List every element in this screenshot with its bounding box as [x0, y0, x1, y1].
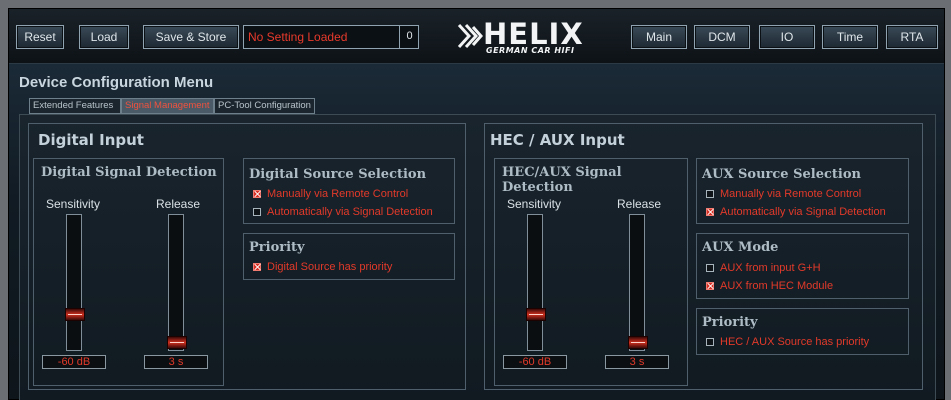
nav-rta-button[interactable]: RTA [886, 25, 938, 49]
reset-button[interactable]: Reset [16, 25, 64, 49]
page-title: Device Configuration Menu [19, 74, 214, 91]
checkbox-unchecked-icon[interactable] [706, 338, 714, 346]
toolbar: Reset Load Save & Store No Setting Loade… [9, 9, 944, 64]
nav-main-button[interactable]: Main [631, 25, 687, 49]
hec-aux-input-title: HEC / AUX Input [490, 131, 625, 149]
hec-release-slider[interactable] [628, 214, 648, 351]
hec-release-handle[interactable] [628, 336, 648, 349]
aux-option-manual[interactable]: Manually via Remote Control [706, 188, 861, 200]
checkbox-checked-icon[interactable] [706, 282, 714, 290]
hec-priority-title: Priority [702, 315, 758, 330]
hec-detection-title: HEC/AUX Signal Detection [502, 165, 622, 195]
digital-sensitivity-label: Sensitivity [46, 197, 101, 211]
status-display: No Setting Loaded [243, 25, 419, 49]
checkbox-unchecked-icon[interactable] [706, 190, 714, 198]
main-content: Device Configuration Menu Extended Featu… [9, 64, 944, 400]
digital-sensitivity-handle[interactable] [65, 308, 85, 321]
nav-dcm-button[interactable]: DCM [694, 25, 750, 49]
digital-release-value: 3 s [144, 355, 208, 369]
hec-sensitivity-handle[interactable] [526, 308, 546, 321]
nav-time-button[interactable]: Time [822, 25, 878, 49]
digital-input-group: Digital Input Digital Signal Detection S… [28, 123, 466, 390]
tab-pc-tool-configuration[interactable]: PC-Tool Configuration [214, 98, 315, 114]
digital-release-slider[interactable] [167, 214, 187, 351]
checkbox-checked-icon[interactable] [706, 208, 714, 216]
hec-aux-input-group: HEC / AUX Input HEC/AUX Signal Detection… [484, 123, 923, 390]
digital-detection-title: Digital Signal Detection [41, 165, 217, 180]
tab-signal-management[interactable]: Signal Management [121, 98, 214, 114]
hec-release-label: Release [617, 197, 662, 211]
helix-logo-icon [457, 23, 483, 49]
digital-signal-detection-box: Digital Signal Detection Sensitivity Rel… [33, 158, 224, 386]
checkbox-checked-icon[interactable] [253, 263, 261, 271]
aux-mode-option-hec-module[interactable]: AUX from HEC Module [706, 280, 833, 292]
digital-option-priority[interactable]: Digital Source has priority [253, 261, 392, 273]
digital-input-title: Digital Input [38, 131, 144, 149]
signal-management-panel: Digital Input Digital Signal Detection S… [19, 114, 936, 400]
logo-name: HELIX [483, 17, 584, 51]
digital-source-title: Digital Source Selection [249, 167, 427, 182]
load-button[interactable]: Load [79, 25, 129, 49]
status-text: No Setting Loaded [248, 30, 348, 44]
hec-sensitivity-slider[interactable] [526, 214, 546, 351]
tab-extended-features[interactable]: Extended Features [29, 98, 121, 114]
digital-source-selection-box: Digital Source Selection Manually via Re… [243, 158, 455, 224]
nav-io-button[interactable]: IO [759, 25, 815, 49]
logo-tagline: GERMAN CAR HIFI [486, 46, 575, 55]
checkbox-unchecked-icon[interactable] [706, 264, 714, 272]
digital-release-label: Release [156, 197, 201, 211]
save-store-button[interactable]: Save & Store [143, 25, 239, 49]
aux-source-selection-box: AUX Source Selection Manually via Remote… [696, 158, 909, 224]
aux-mode-option-input-gh[interactable]: AUX from input G+H [706, 262, 821, 274]
digital-sensitivity-slider[interactable] [65, 214, 85, 351]
status-count: 0 [399, 25, 419, 49]
hec-signal-detection-box: HEC/AUX Signal Detection Sensitivity Rel… [494, 158, 688, 386]
aux-mode-title: AUX Mode [702, 240, 779, 255]
aux-mode-box: AUX Mode AUX from input G+H AUX from HEC… [696, 233, 909, 299]
checkbox-checked-icon[interactable] [253, 190, 261, 198]
digital-priority-title: Priority [249, 240, 305, 255]
digital-sensitivity-value: -60 dB [42, 355, 106, 369]
hec-sensitivity-label: Sensitivity [507, 197, 562, 211]
digital-priority-box: Priority Digital Source has priority [243, 233, 455, 280]
digital-release-handle[interactable] [167, 336, 187, 349]
checkbox-unchecked-icon[interactable] [253, 208, 261, 216]
digital-option-automatic[interactable]: Automatically via Signal Detection [253, 206, 433, 218]
app-window: Reset Load Save & Store No Setting Loade… [8, 8, 945, 400]
aux-source-title: AUX Source Selection [702, 167, 861, 182]
helix-logo: HELIX GERMAN CAR HIFI [457, 19, 597, 55]
hec-priority-box: Priority HEC / AUX Source has priority [696, 308, 909, 355]
hec-sensitivity-value: -60 dB [503, 355, 567, 369]
hec-release-value: 3 s [605, 355, 669, 369]
digital-option-manual[interactable]: Manually via Remote Control [253, 188, 408, 200]
hec-option-priority[interactable]: HEC / AUX Source has priority [706, 336, 869, 348]
aux-option-automatic[interactable]: Automatically via Signal Detection [706, 206, 886, 218]
